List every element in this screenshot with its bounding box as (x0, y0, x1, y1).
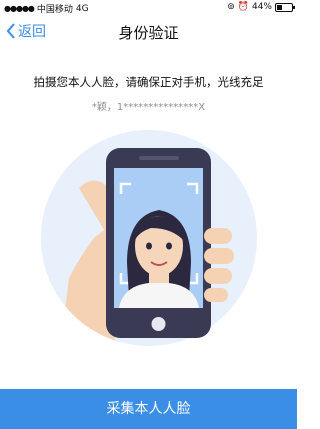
signal-dots-icon: ●●●●● (4, 4, 35, 13)
finger (204, 248, 234, 264)
home-button-icon (151, 317, 166, 331)
instruction-text: 拍摄您本人人脸，请确保正对手机，光线充足 (33, 75, 264, 89)
capture-face-button[interactable]: 采集本人人脸 (0, 389, 297, 429)
face-capture-illustration (41, 130, 257, 346)
location-icon: ⊚ (227, 2, 235, 12)
masked-identity: *颖，1***************X (91, 102, 206, 113)
finger (204, 228, 232, 244)
status-bar: ●●●●● 中国移动 4G ⊚ ⏰ 44% (0, 0, 297, 15)
finger (204, 288, 228, 302)
battery-icon (275, 2, 295, 12)
network-type: 4G (75, 3, 89, 14)
alarm-icon: ⏰ (237, 2, 249, 12)
finger (204, 268, 232, 284)
battery-percent: 44% (251, 2, 272, 12)
nav-bar: 返回 身份验证 (0, 14, 297, 48)
page-title: 身份验证 (118, 24, 179, 42)
